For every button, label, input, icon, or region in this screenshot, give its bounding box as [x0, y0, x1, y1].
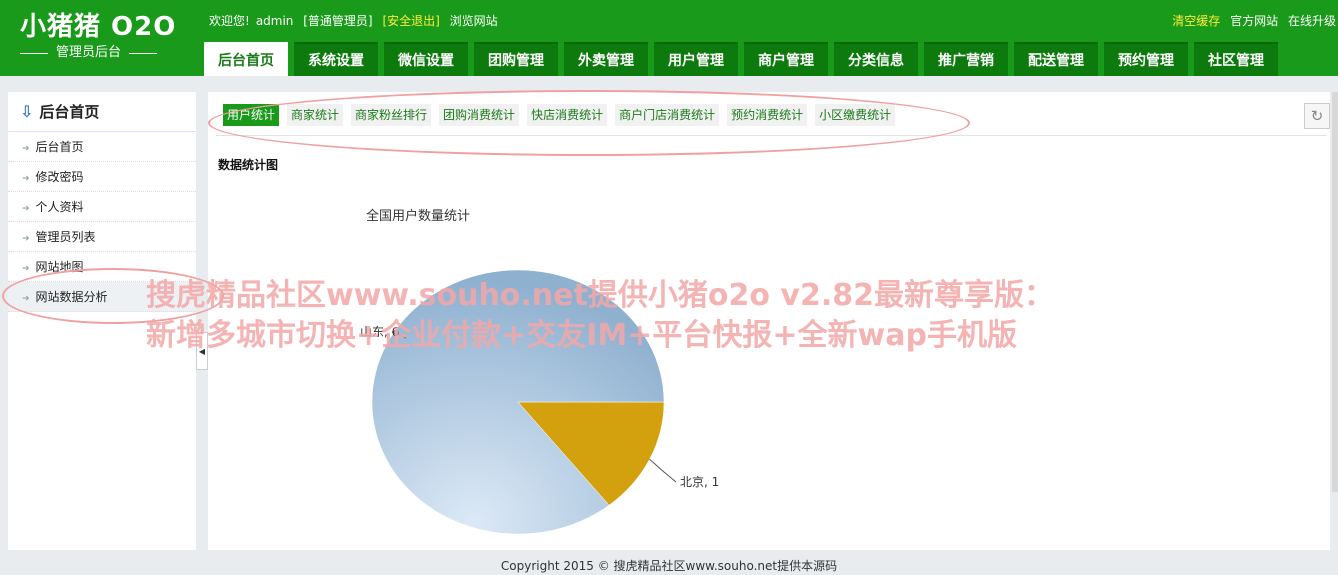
watermark-line-1: 搜虎精品社区www.souho.net提供小猪o2o v2.82最新尊享版： — [146, 278, 1054, 313]
chart-title: 全国用户数量统计 — [366, 208, 470, 224]
welcome-bar: 欢迎您! admin [普通管理员] [安全退出] 浏览网站 — [209, 12, 504, 29]
logo-title: 小猪猪 O2O — [20, 12, 177, 42]
sidebar-title: 后台首页 — [39, 103, 100, 121]
stat-tab[interactable]: 快店消费统计 — [527, 104, 608, 126]
nav-tab[interactable]: 团购管理 — [474, 42, 558, 76]
arrow-right-icon: ➔ — [22, 174, 30, 184]
logo-subtitle-row: 管理员后台 — [20, 44, 180, 62]
nav-tab[interactable]: 分类信息 — [834, 42, 918, 76]
top-header: 小猪猪 O2O 管理员后台 欢迎您! admin [普通管理员] [安全退出] 浏… — [0, 0, 1338, 76]
nav-tab[interactable]: 社区管理 — [1194, 42, 1278, 76]
sidebar-item-label: 修改密码 — [35, 170, 84, 184]
sidebar-item[interactable]: ➔ 个人资料 — [8, 192, 196, 222]
logo-line-right — [129, 52, 158, 54]
sidebar-item-label: 后台首页 — [35, 140, 84, 154]
stat-tab[interactable]: 商户门店消费统计 — [615, 104, 720, 126]
nav-tab[interactable]: 推广营销 — [924, 42, 1008, 76]
refresh-button[interactable]: ↻ — [1304, 103, 1330, 129]
nav-tab[interactable]: 预约管理 — [1104, 42, 1188, 76]
divider — [216, 135, 1326, 136]
nav-tab[interactable]: 系统设置 — [294, 42, 378, 76]
top-links: 清空缓存 官方网站 在线升级 — [1166, 12, 1336, 29]
nav-tab[interactable]: 配送管理 — [1014, 42, 1098, 76]
stat-tab[interactable]: 商家粉丝排行 — [351, 104, 432, 126]
watermark-line-2: 新增多城市切换+企业付款+交友IM+平台快报+全新wap手机版 — [146, 318, 1017, 353]
main-nav: 后台首页 系统设置 微信设置 团购管理 外卖管理 用户管理 商户管理 分类信息 推广营销 配送管理… — [204, 42, 1284, 76]
online-upgrade-link[interactable]: 在线升级 — [1288, 14, 1336, 28]
browse-site-link[interactable]: 浏览网站 — [450, 14, 498, 28]
nav-tab[interactable]: 用户管理 — [654, 42, 738, 76]
logout-link[interactable]: [安全退出] — [382, 14, 439, 28]
stat-tab[interactable]: 商家统计 — [287, 104, 344, 126]
pie-chart: 全国用户数量统计 北京, 1山东, 6 — [360, 208, 719, 535]
sidebar-item[interactable]: ➔ 管理员列表 — [8, 222, 196, 252]
nav-tab[interactable]: 外卖管理 — [564, 42, 648, 76]
nav-tab[interactable]: 后台首页 — [204, 42, 288, 76]
logo: 小猪猪 O2O 管理员后台 — [20, 10, 180, 62]
stat-tab[interactable]: 用户统计 — [223, 104, 280, 126]
clear-cache-link[interactable]: 清空缓存 — [1172, 14, 1220, 28]
arrow-right-icon: ➔ — [22, 144, 30, 154]
logo-subtitle: 管理员后台 — [56, 45, 122, 60]
refresh-icon: ↻ — [1310, 107, 1324, 125]
sidebar-header: ⇩ 后台首页 — [8, 92, 196, 132]
section-title: 数据统计图 — [218, 158, 279, 172]
arrow-down-icon: ⇩ — [20, 102, 34, 121]
stat-tab[interactable]: 团购消费统计 — [439, 104, 520, 126]
username: admin — [255, 14, 294, 28]
arrow-right-icon: ➔ — [22, 294, 30, 304]
logo-line-left — [20, 52, 48, 54]
nav-tab[interactable]: 微信设置 — [384, 42, 468, 76]
sidebar-item-label: 网站数据分析 — [35, 290, 108, 304]
arrow-right-icon: ➔ — [22, 204, 30, 214]
pie-label: 北京, 1 — [680, 475, 719, 489]
stat-tab[interactable]: 小区缴费统计 — [815, 104, 896, 126]
nav-tab[interactable]: 商户管理 — [744, 42, 828, 76]
sidebar-item-label: 个人资料 — [35, 200, 84, 214]
watermark: 搜虎精品社区www.souho.net提供小猪o2o v2.82最新尊享版： 新… — [146, 276, 1054, 356]
sidebar-item[interactable]: ➔ 修改密码 — [8, 162, 196, 192]
role-label: [普通管理员] — [303, 14, 373, 28]
scrollbar[interactable] — [1332, 92, 1338, 492]
pie-label-line — [649, 458, 677, 483]
sidebar-item[interactable]: ➔ 后台首页 — [8, 132, 196, 162]
stat-tabs: 用户统计 商家统计 商家粉丝排行 团购消费统计 快店消费统计 商户门店消费统计 预约消费统计… — [223, 104, 903, 126]
stat-tab[interactable]: 预约消费统计 — [727, 104, 808, 126]
footer: Copyright 2015 © 搜虎精品社区www.souho.net提供本源… — [500, 559, 838, 573]
arrow-right-icon: ➔ — [22, 234, 30, 244]
sidebar-item-label: 网站地图 — [35, 260, 84, 274]
official-site-link[interactable]: 官方网站 — [1230, 14, 1278, 28]
arrow-right-icon: ➔ — [22, 264, 30, 274]
welcome-prefix: 欢迎您! — [209, 14, 250, 28]
sidebar-item-label: 管理员列表 — [35, 230, 96, 244]
